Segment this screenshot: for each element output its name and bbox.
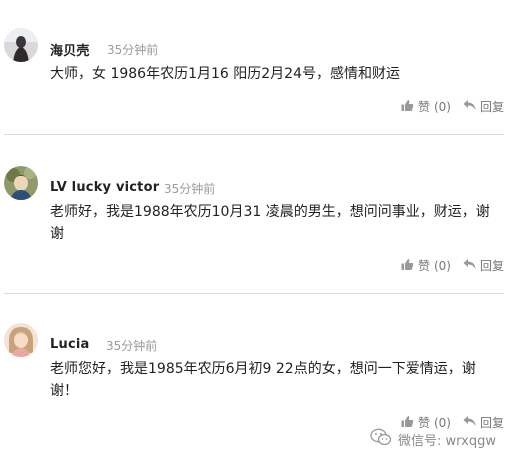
thumbs-up-icon xyxy=(401,258,414,274)
avatar[interactable] xyxy=(4,166,38,200)
comment-text: 老师您好，我是1985年农历6月初9 22点的女，想问一下爱情运，谢谢！ xyxy=(50,361,476,399)
reply-icon xyxy=(463,99,476,114)
like-button[interactable]: 赞 (0) xyxy=(401,98,451,115)
comment-actions: 赞 (0) 回复 xyxy=(401,257,504,274)
comment-time: 35分钟前 xyxy=(106,339,158,353)
comment-time: 35分钟前 xyxy=(164,182,216,196)
reply-label: 回复 xyxy=(479,259,504,273)
reply-label: 回复 xyxy=(479,100,504,114)
username[interactable]: LV lucky victor xyxy=(50,180,159,195)
like-count: (0) xyxy=(433,258,451,273)
comment-actions: 赞 (0) 回复 xyxy=(401,98,504,115)
like-button[interactable]: 赞 (0) xyxy=(401,257,451,274)
divider xyxy=(4,134,504,135)
comment-time: 35分钟前 xyxy=(107,43,159,57)
like-label: 赞 xyxy=(417,259,430,273)
username[interactable]: 海贝壳 xyxy=(50,40,90,59)
divider xyxy=(4,293,504,294)
avatar[interactable] xyxy=(4,28,38,62)
watermark-text: 微信号: wrxqgw xyxy=(398,433,496,449)
like-count: (0) xyxy=(433,99,451,114)
comment-text: 老师好，我是1988年农历10月31 凌晨的男生，想问问事业，财运，谢谢 xyxy=(50,204,490,242)
reply-icon xyxy=(463,258,476,273)
wechat-logo-icon xyxy=(370,428,392,450)
avatar[interactable] xyxy=(4,323,38,357)
username[interactable]: Lucia xyxy=(50,337,89,352)
like-label: 赞 xyxy=(417,100,430,114)
reply-button[interactable]: 回复 xyxy=(463,257,504,274)
thumbs-up-icon xyxy=(401,99,414,115)
watermark: 微信号: wrxqgw xyxy=(370,428,496,450)
reply-button[interactable]: 回复 xyxy=(463,98,504,115)
comment-text: 大师，女 1986年农历1月16 阳历2月24号，感情和财运 xyxy=(50,66,400,82)
